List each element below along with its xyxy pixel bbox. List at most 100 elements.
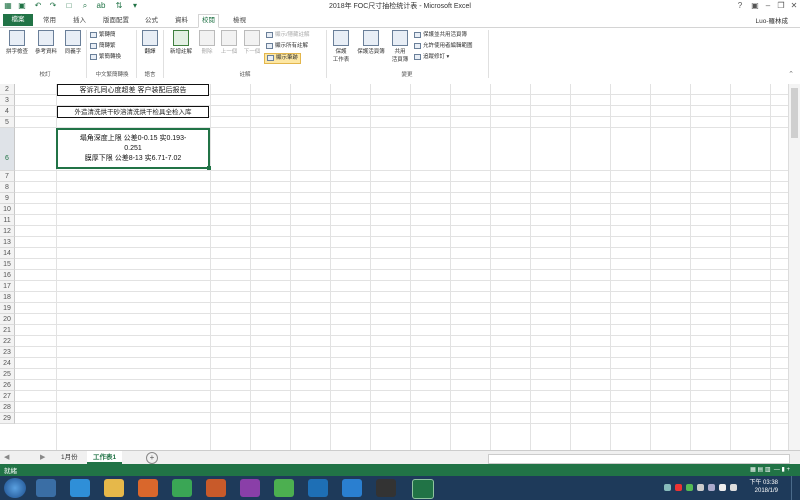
row-header[interactable]: 6 [0,128,15,171]
to-traditional-button[interactable]: 繁轉簡 [90,31,116,40]
ie-browser-icon[interactable] [342,479,362,497]
row-header[interactable]: 9 [0,193,15,204]
protect-workbook-button[interactable]: 保護活頁簿 [355,30,387,55]
tray-icon[interactable] [708,484,715,491]
tab-file[interactable]: 檔案 [3,14,33,26]
research-button[interactable]: 參考資料 [32,30,60,55]
show-hide-comment-button[interactable]: 顯示/隱藏註解 [266,31,310,40]
show-all-comments-button[interactable]: 顯示所有註解 [266,42,308,51]
row-header[interactable]: 12 [0,226,15,237]
row-header[interactable]: 19 [0,303,15,314]
windows-icon[interactable] [36,479,56,497]
sheet-tab-january[interactable]: 1月份 [55,451,84,464]
fill-handle[interactable] [207,166,211,170]
next-comment-button[interactable]: 下一個 [241,30,263,55]
group-separator [488,30,489,78]
tray-icon[interactable] [675,484,682,491]
row-header[interactable]: 18 [0,292,15,303]
account-name[interactable]: Luo-羅林成 [755,15,788,25]
tab-formulas[interactable]: 公式 [142,15,161,26]
row-header[interactable]: 11 [0,215,15,226]
allow-edit-ranges-button[interactable]: 允許使用者編輯範圍 [414,42,473,51]
tray-icon[interactable] [697,484,704,491]
excel-taskbar-icon[interactable] [412,479,434,499]
folder-icon[interactable] [104,479,124,497]
prev-sheet-icon[interactable]: ◀ [4,453,9,461]
to-simplified-button[interactable]: 簡轉繁 [90,42,116,51]
horizontal-scrollbar[interactable] [488,454,790,464]
clock[interactable]: 下午 03:38 2018/1/9 [749,479,778,495]
volume-icon[interactable] [730,484,737,491]
row-header[interactable]: 22 [0,336,15,347]
share-workbook-button[interactable]: 共用 活頁簿 [388,30,412,63]
row-header[interactable]: 29 [0,413,15,424]
row-header[interactable]: 17 [0,281,15,292]
restore-icon[interactable]: ❐ [775,1,787,11]
tab-review[interactable]: 校閱 [198,14,219,28]
fox-app-icon[interactable] [206,479,226,497]
row-header[interactable]: 10 [0,204,15,215]
track-changes-button[interactable]: 追蹤修訂 ▾ [414,53,449,62]
row-header[interactable]: 5 [0,117,15,128]
delete-comment-button[interactable]: 刪除 [197,30,217,55]
previous-comment-button[interactable]: 上一個 [218,30,240,55]
protect-sheet-button[interactable]: 保護 工作表 [329,30,353,63]
row-header[interactable]: 25 [0,369,15,380]
row-header[interactable]: 24 [0,358,15,369]
collapse-ribbon-icon[interactable]: ⌃ [788,70,794,78]
new-comment-button[interactable]: 新增註解 [166,30,196,55]
vertical-scrollbar[interactable] [788,84,800,450]
row-header[interactable]: 15 [0,259,15,270]
show-desktop-button[interactable] [791,476,800,500]
row-header[interactable]: 16 [0,270,15,281]
sheet-tab-sheet1[interactable]: 工作表1 [87,451,123,464]
browser-icon[interactable] [172,479,192,497]
tab-insert[interactable]: 插入 [70,15,89,26]
row-header[interactable]: 14 [0,248,15,259]
row-header[interactable]: 13 [0,237,15,248]
protect-share-button[interactable]: 保護並共用活頁簿 [414,31,467,40]
row-header[interactable]: 7 [0,171,15,182]
ribbon-options-icon[interactable]: ▣ [749,1,761,11]
row-header[interactable]: 4 [0,106,15,117]
q-app-icon[interactable] [240,479,260,497]
media-player-icon[interactable] [138,479,158,497]
row-header[interactable]: 21 [0,325,15,336]
row-header[interactable]: 28 [0,402,15,413]
worksheet-grid[interactable]: 1234567891011121314151617181920212223242… [0,84,800,450]
ie-icon[interactable] [70,479,90,497]
camera-icon[interactable] [376,479,396,497]
row-header[interactable]: 23 [0,347,15,358]
next-sheet-icon[interactable]: ▶ [40,453,45,461]
translate-button[interactable]: 翻譯 [139,30,161,55]
row-header[interactable]: 20 [0,314,15,325]
minimize-icon[interactable]: – [762,1,774,11]
show-ink-button[interactable]: 顯示筆跡 [264,53,302,64]
scroll-thumb[interactable] [791,88,798,138]
zoom-controls[interactable]: ▦ ▤ ▥ — ▮ + [750,466,790,473]
row-header[interactable]: 2 [0,84,15,95]
close-icon[interactable]: ✕ [788,1,800,11]
thesaurus-button[interactable]: 同義字 [60,30,86,55]
cell-b2-report[interactable]: 客诉孔同心度超差 客户装配后报告 [57,84,209,96]
tray-icon[interactable] [686,484,693,491]
cell-b4-process[interactable]: 外造清洗烘干砂溶清洗烘干检具全检入库 [57,106,209,118]
tab-home[interactable]: 常用 [40,15,59,26]
tab-view[interactable]: 檢視 [230,15,249,26]
chinese-convert-button[interactable]: 繁簡轉換 [90,53,121,62]
spelling-button[interactable]: 拼字檢查 [3,30,31,55]
wechat-icon[interactable] [274,479,294,497]
row-header[interactable]: 27 [0,391,15,402]
add-sheet-icon[interactable]: + [146,452,158,464]
outlook-icon[interactable] [308,479,328,497]
start-icon[interactable] [4,478,26,498]
tab-data[interactable]: 資料 [172,15,191,26]
cell-b6-selected[interactable]: 塌角深度上限 公差0-0.15 实0.193- 0.251 膜厚下限 公差8-1… [56,128,211,170]
network-icon[interactable] [719,484,726,491]
row-header[interactable]: 8 [0,182,15,193]
row-header[interactable]: 3 [0,95,15,106]
row-header[interactable]: 26 [0,380,15,391]
help-icon[interactable]: ? [734,1,746,11]
tray-icon[interactable] [664,484,671,491]
tab-page-layout[interactable]: 版面配置 [100,15,132,26]
